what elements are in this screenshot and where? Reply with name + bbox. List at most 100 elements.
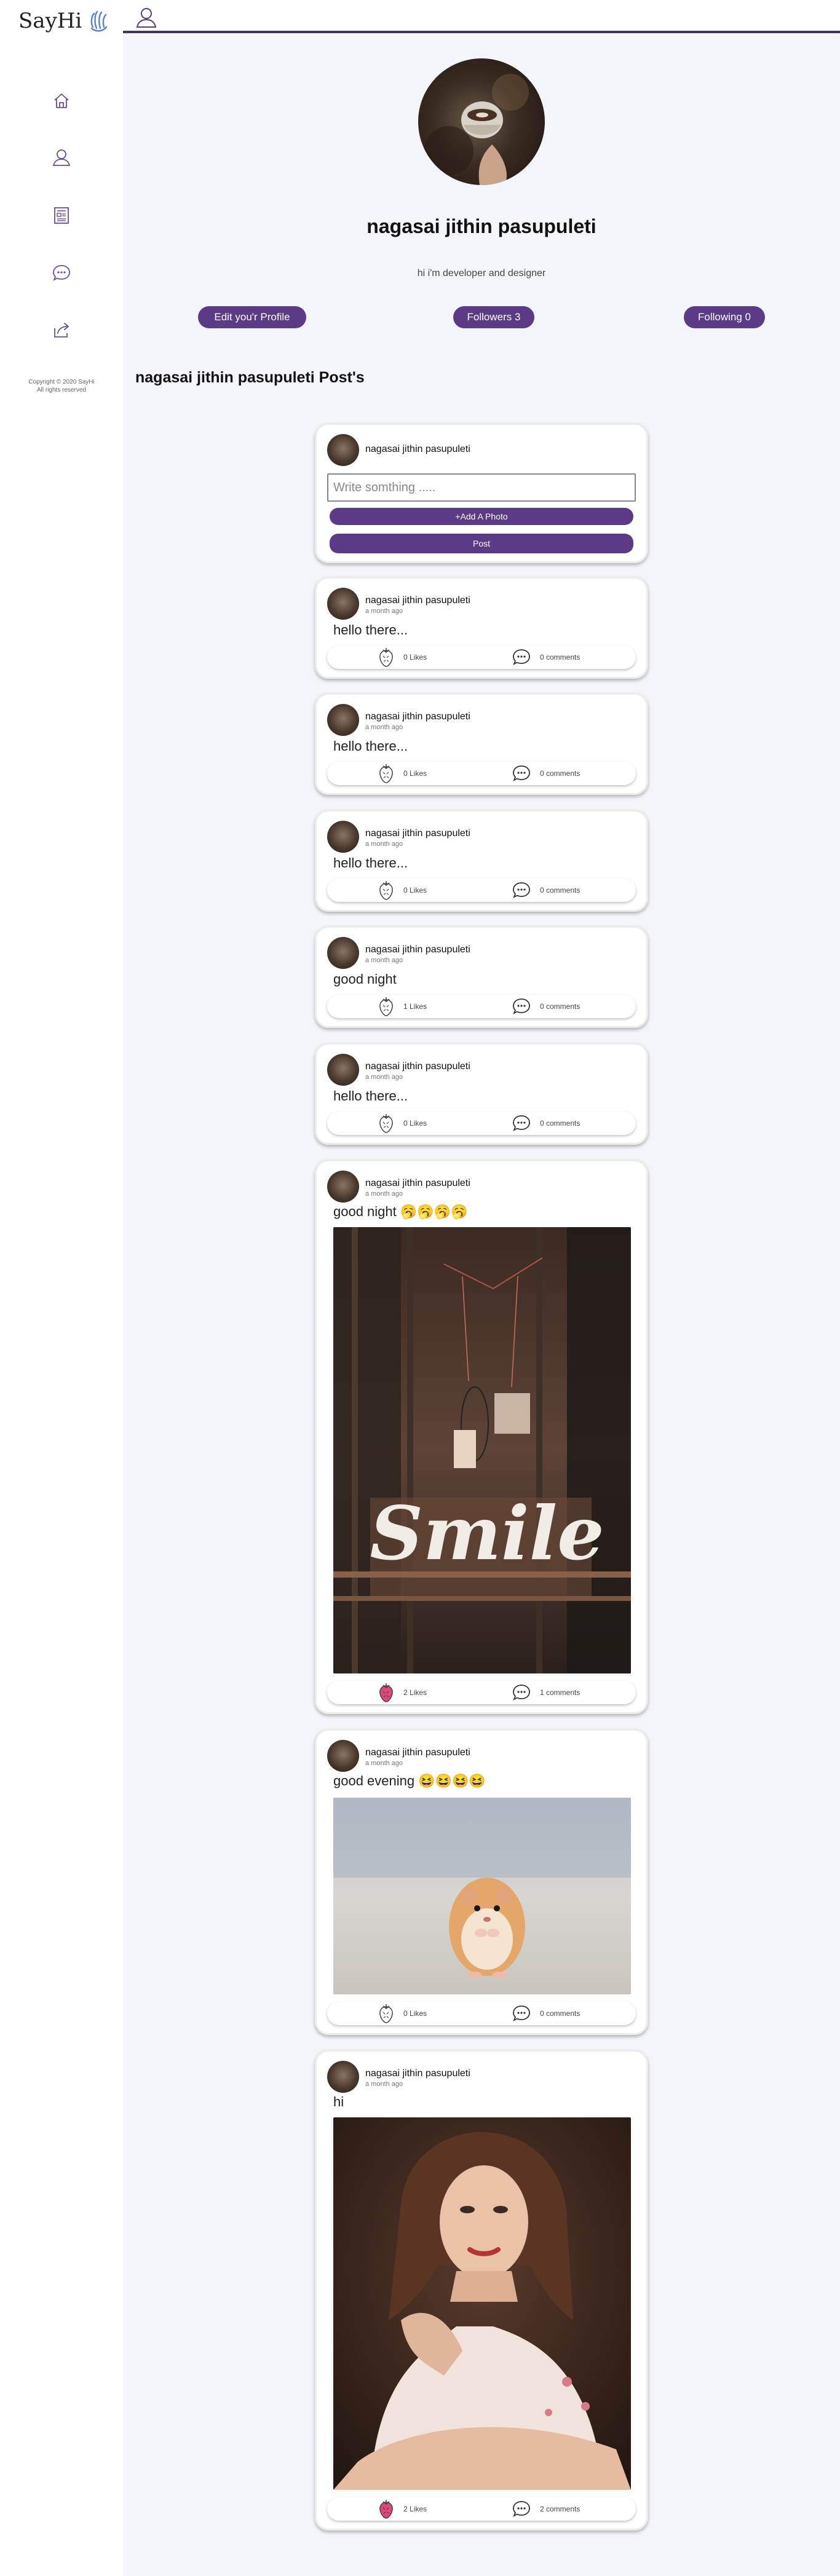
copyright-rights: All rights reserved bbox=[36, 387, 87, 393]
post-card: nagasai jithin pasupuleti a month ago go… bbox=[315, 926, 648, 1028]
write-post-input[interactable] bbox=[327, 473, 636, 502]
post-text: hello there... bbox=[333, 855, 408, 871]
comment-button[interactable]: 0 comments bbox=[512, 2002, 580, 2025]
post-composer: nagasai jithin pasupuleti +Add A Photo P… bbox=[315, 423, 648, 563]
post-username[interactable]: nagasai jithin pasupuleti bbox=[365, 2068, 470, 2079]
post-timestamp: a month ago bbox=[365, 1190, 403, 1198]
following-button[interactable]: Following 0 bbox=[684, 306, 765, 328]
comments-count: 2 comments bbox=[540, 2505, 580, 2513]
avatar[interactable] bbox=[327, 1054, 359, 1086]
profile-picture bbox=[418, 58, 545, 185]
post-image[interactable] bbox=[333, 1798, 631, 1994]
add-photo-button[interactable]: +Add A Photo bbox=[330, 508, 633, 525]
logo-text: SayHi bbox=[18, 9, 82, 33]
post-timestamp: a month ago bbox=[365, 724, 403, 731]
svg-text:Smile: Smile bbox=[370, 1490, 604, 1577]
likes-count: 2 Likes bbox=[403, 1688, 427, 1697]
nav-profile[interactable] bbox=[49, 145, 74, 170]
post-username[interactable]: nagasai jithin pasupuleti bbox=[365, 1747, 470, 1758]
avatar[interactable] bbox=[327, 1171, 359, 1203]
nav-chat[interactable] bbox=[49, 261, 74, 285]
like-button[interactable]: 0 Likes bbox=[378, 1112, 427, 1135]
post-username[interactable]: nagasai jithin pasupuleti bbox=[365, 828, 470, 839]
post-timestamp: a month ago bbox=[365, 957, 403, 964]
like-button[interactable]: 0 Likes bbox=[378, 762, 427, 785]
followers-button[interactable]: Followers 3 bbox=[453, 306, 534, 328]
avatar[interactable] bbox=[327, 588, 359, 620]
woman-portrait-photo bbox=[333, 2117, 631, 2490]
post-actions: 0 Likes 0 comments bbox=[327, 646, 636, 669]
likes-count: 0 Likes bbox=[403, 2009, 427, 2018]
post-text: hello there... bbox=[333, 738, 408, 754]
strawberry-like-active-icon bbox=[379, 1683, 393, 1702]
comment-button[interactable]: 1 comments bbox=[512, 1681, 580, 1704]
nav-news[interactable] bbox=[49, 203, 74, 227]
comment-button[interactable]: 0 comments bbox=[512, 646, 580, 669]
post-timestamp: a month ago bbox=[365, 840, 403, 848]
post-text: hello there... bbox=[333, 622, 408, 638]
like-button[interactable]: 0 Likes bbox=[378, 2002, 427, 2025]
post-username[interactable]: nagasai jithin pasupuleti bbox=[365, 944, 470, 955]
hamster-photo bbox=[333, 1798, 631, 1994]
like-button[interactable]: 1 Likes bbox=[378, 995, 427, 1018]
nav-share[interactable] bbox=[49, 318, 74, 342]
post-username[interactable]: nagasai jithin pasupuleti bbox=[365, 711, 470, 722]
avatar[interactable] bbox=[327, 937, 359, 969]
post-image[interactable]: Smile bbox=[333, 1227, 631, 1673]
profile-bio: hi i'm developer and designer bbox=[417, 268, 546, 279]
post-username[interactable]: nagasai jithin pasupuleti bbox=[365, 1061, 470, 1072]
post-actions: 1 Likes 0 comments bbox=[327, 995, 636, 1018]
main-content: nagasai jithin pasupuleti hi i'm develop… bbox=[123, 0, 840, 2576]
likes-count: 0 Likes bbox=[403, 886, 427, 895]
post-card: nagasai jithin pasupuleti a month ago hi bbox=[315, 2050, 648, 2531]
likes-count: 2 Likes bbox=[403, 2505, 427, 2513]
share-icon bbox=[54, 323, 69, 338]
post-actions: 2 Likes 2 comments bbox=[327, 2497, 636, 2521]
avatar[interactable] bbox=[327, 821, 359, 853]
like-button[interactable]: 2 Likes bbox=[378, 1681, 427, 1704]
post-image[interactable] bbox=[333, 2117, 631, 2490]
avatar[interactable] bbox=[327, 704, 359, 736]
comment-icon bbox=[513, 2501, 530, 2517]
wave-hand-icon bbox=[90, 10, 108, 32]
comment-icon bbox=[513, 765, 530, 781]
strawberry-like-icon bbox=[379, 648, 393, 667]
edit-profile-button[interactable]: Edit you'r Profile bbox=[198, 306, 306, 328]
post-username[interactable]: nagasai jithin pasupuleti bbox=[365, 595, 470, 606]
post-text: good night bbox=[333, 971, 397, 987]
comment-button[interactable]: 0 comments bbox=[512, 762, 580, 785]
app-logo[interactable]: SayHi bbox=[18, 9, 111, 33]
avatar[interactable] bbox=[327, 2061, 359, 2093]
post-text: good evening 😆😆😆😆 bbox=[333, 1773, 486, 1788]
comments-count: 0 comments bbox=[540, 653, 580, 662]
like-button[interactable]: 0 Likes bbox=[378, 879, 427, 902]
comments-count: 0 comments bbox=[540, 1002, 580, 1011]
like-button[interactable]: 0 Likes bbox=[378, 646, 427, 669]
comment-icon bbox=[513, 882, 530, 898]
comment-button[interactable]: 0 comments bbox=[512, 879, 580, 902]
composer-username: nagasai jithin pasupuleti bbox=[365, 444, 470, 454]
avatar[interactable] bbox=[327, 1740, 359, 1772]
sidebar: SayHi Copyright © 2020 SayHi All rights … bbox=[0, 0, 123, 2576]
post-timestamp: a month ago bbox=[365, 2080, 403, 2088]
like-button[interactable]: 2 Likes bbox=[378, 2497, 427, 2521]
post-text: hello there... bbox=[333, 1088, 408, 1104]
post-username[interactable]: nagasai jithin pasupuleti bbox=[365, 1178, 470, 1189]
comments-count: 0 comments bbox=[540, 1119, 580, 1128]
post-text: hi bbox=[333, 2094, 344, 2109]
home-icon bbox=[54, 93, 69, 108]
news-icon bbox=[54, 207, 69, 224]
comments-count: 0 comments bbox=[540, 769, 580, 778]
comment-button[interactable]: 0 comments bbox=[512, 1112, 580, 1135]
post-button[interactable]: Post bbox=[330, 534, 633, 553]
nav-home[interactable] bbox=[49, 89, 74, 113]
user-icon[interactable] bbox=[134, 5, 159, 30]
chat-icon bbox=[53, 265, 70, 281]
comment-button[interactable]: 0 comments bbox=[512, 995, 580, 1018]
comment-button[interactable]: 2 comments bbox=[512, 2497, 580, 2521]
strawberry-like-icon bbox=[379, 881, 393, 900]
strawberry-like-icon bbox=[379, 1114, 393, 1133]
strawberry-like-icon bbox=[379, 2004, 393, 2023]
post-card: nagasai jithin pasupuleti a month ago he… bbox=[315, 1043, 648, 1145]
post-actions: 0 Likes 0 comments bbox=[327, 2002, 636, 2025]
